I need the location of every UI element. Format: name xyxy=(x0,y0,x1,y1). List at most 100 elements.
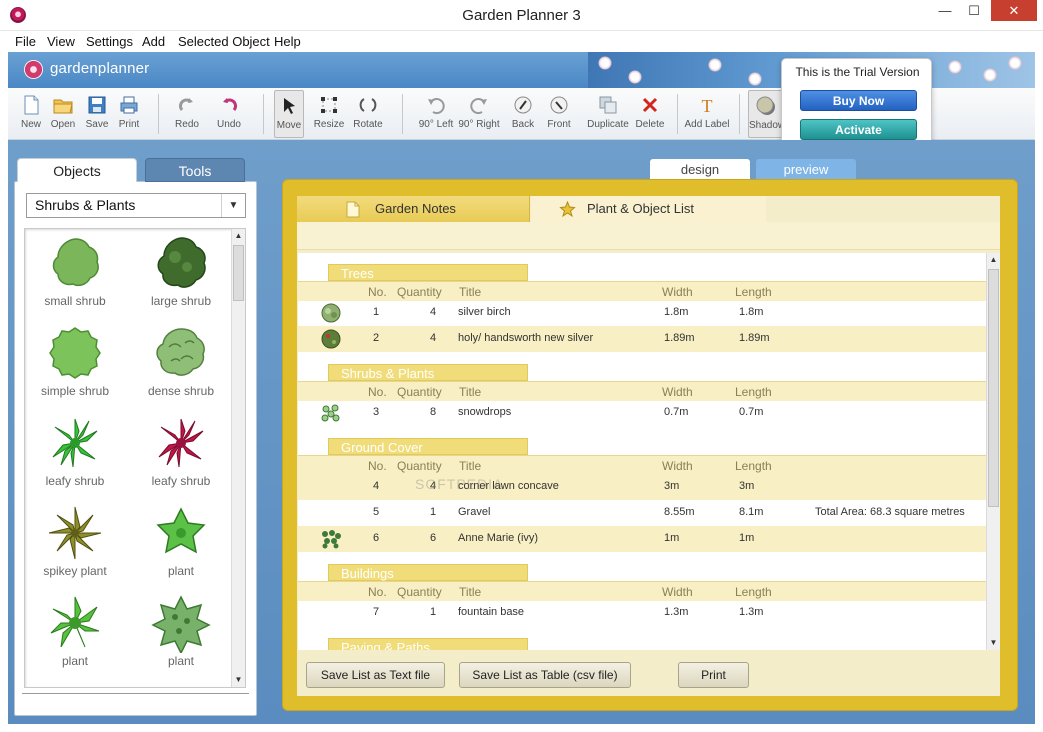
rotate-right-icon xyxy=(470,98,487,115)
bring-front-icon xyxy=(550,96,568,114)
rotate-button[interactable]: Rotate xyxy=(350,90,386,138)
scroll-down-icon[interactable]: ▼ xyxy=(987,636,1000,650)
plant-object-list: Trees No. Quantity Title Width Length 1 … xyxy=(298,253,986,650)
object-simple-shrub[interactable]: simple shrub xyxy=(25,323,125,411)
list-scrollbar[interactable]: ▲ ▼ xyxy=(986,253,1000,650)
undo-button[interactable]: Undo xyxy=(214,90,244,138)
menu-view[interactable]: View xyxy=(47,34,75,49)
save-button[interactable]: Save xyxy=(82,90,112,138)
blossom-icon xyxy=(1008,56,1022,70)
rotate-left-button[interactable]: 90° Left xyxy=(416,90,456,138)
menu-file[interactable]: File xyxy=(15,34,36,49)
move-button[interactable]: Move xyxy=(274,90,304,138)
blossom-icon xyxy=(628,70,642,84)
tab-tools[interactable]: Tools xyxy=(145,158,245,182)
folder-icon xyxy=(53,99,73,114)
menu-bar: File View Settings Add Selected Object H… xyxy=(0,31,1043,52)
object-leafy-shrub-green[interactable]: leafy shrub xyxy=(25,413,125,501)
tab-design[interactable]: design xyxy=(650,159,750,181)
simple-shrub-icon xyxy=(49,327,101,379)
trial-message: This is the Trial Version xyxy=(795,65,920,79)
object-leafy-shrub-red[interactable]: leafy shrub xyxy=(131,413,231,501)
object-plant-star[interactable]: plant xyxy=(131,503,231,591)
notebook-toolbar-strip xyxy=(297,222,1000,250)
scroll-thumb[interactable] xyxy=(233,245,244,301)
table-row[interactable]: 3 8 snowdrops 0.7m 0.7m xyxy=(298,400,986,426)
activate-button[interactable]: Activate xyxy=(800,119,917,140)
printer-icon xyxy=(120,96,138,114)
menu-selected-object[interactable]: Selected Object xyxy=(178,34,270,49)
table-row[interactable]: 1 4 silver birch 1.8m 1.8m xyxy=(298,300,986,326)
blossom-icon xyxy=(598,56,612,70)
blossom-icon xyxy=(948,60,962,74)
tab-preview[interactable]: preview xyxy=(756,159,856,181)
save-text-button[interactable]: Save List as Text file xyxy=(306,662,445,688)
open-button[interactable]: Open xyxy=(48,90,78,138)
column-headers: No. Quantity Title Width Length xyxy=(298,281,986,301)
section-header-buildings: Buildings xyxy=(328,564,528,581)
object-large-shrub[interactable]: large shrub xyxy=(131,233,231,321)
duplicate-button[interactable]: Duplicate xyxy=(586,90,630,138)
table-row[interactable]: 6 6 Anne Marie (ivy) 1m 1m xyxy=(298,526,986,552)
send-back-button[interactable]: Back xyxy=(508,90,538,138)
svg-text:T: T xyxy=(702,96,713,116)
category-select[interactable]: Shrubs & Plants ▼ xyxy=(26,193,246,218)
section-header-ground-cover: Ground Cover xyxy=(328,438,528,455)
scroll-down-icon[interactable]: ▼ xyxy=(232,673,245,687)
column-headers: No. Quantity Title Width Length xyxy=(298,581,986,601)
maximize-button[interactable]: ☐ xyxy=(960,0,988,21)
menu-add[interactable]: Add xyxy=(142,34,165,49)
mottled-plant-icon xyxy=(151,595,211,653)
plant-star-icon xyxy=(559,201,576,218)
tab-plant-object-list[interactable]: Plant & Object List xyxy=(531,196,766,222)
redo-button[interactable]: Redo xyxy=(172,90,202,138)
print-list-button[interactable]: Print xyxy=(678,662,749,688)
scroll-up-icon[interactable]: ▲ xyxy=(987,253,1000,267)
floppy-icon xyxy=(88,96,106,114)
dense-shrub-icon xyxy=(156,328,205,376)
close-button[interactable]: ✕ xyxy=(991,0,1037,21)
print-button[interactable]: Print xyxy=(114,90,144,138)
minimize-button[interactable]: — xyxy=(931,0,959,21)
object-spikey-plant[interactable]: spikey plant xyxy=(25,503,125,591)
table-row[interactable]: 2 4 holy/ handsworth new silver 1.89m 1.… xyxy=(298,326,986,352)
rotate-right-button[interactable]: 90° Right xyxy=(458,90,500,138)
total-area-label: Total Area: 68.3 square metres xyxy=(815,506,965,518)
table-row[interactable]: 7 1 fountain base 1.3m 1.3m xyxy=(298,600,986,626)
ivy-icon xyxy=(322,530,341,549)
object-list-scrollbar[interactable]: ▲ ▼ xyxy=(231,229,245,687)
table-row[interactable]: 5 1 Gravel 8.55m 8.1m Total Area: 68.3 s… xyxy=(298,500,986,526)
resize-button[interactable]: Resize xyxy=(312,90,346,138)
resize-icon xyxy=(321,97,337,113)
chevron-down-icon[interactable]: ▼ xyxy=(221,194,245,217)
cursor-arrow-icon xyxy=(284,98,295,114)
menu-settings[interactable]: Settings xyxy=(86,34,133,49)
rotate-icon xyxy=(359,98,377,112)
bring-front-button[interactable]: Front xyxy=(544,90,574,138)
scroll-thumb[interactable] xyxy=(988,269,999,507)
object-library: small shrub large shrub simple shrub den… xyxy=(24,228,246,688)
title-bar: Garden Planner 3 — ☐ ✕ xyxy=(0,0,1043,31)
object-dense-shrub[interactable]: dense shrub xyxy=(131,323,231,411)
scroll-up-icon[interactable]: ▲ xyxy=(232,229,245,243)
object-small-shrub[interactable]: small shrub xyxy=(25,233,125,321)
shadow-button[interactable]: Shadow xyxy=(748,90,785,138)
delete-button[interactable]: Delete xyxy=(634,90,666,138)
section-header-trees: Trees xyxy=(328,264,528,281)
object-plant-mottled[interactable]: plant xyxy=(131,593,231,681)
object-plant-rosette[interactable]: plant xyxy=(25,593,125,681)
blossom-icon xyxy=(748,72,762,86)
tab-garden-notes[interactable]: Garden Notes xyxy=(297,196,530,222)
add-label-button[interactable]: T Add Label xyxy=(684,90,730,138)
note-page-icon xyxy=(346,201,360,218)
window-title: Garden Planner 3 xyxy=(462,7,581,24)
save-csv-button[interactable]: Save List as Table (csv file) xyxy=(459,662,631,688)
redo-icon xyxy=(179,98,193,111)
buy-now-button[interactable]: Buy Now xyxy=(800,90,917,111)
new-button[interactable]: New xyxy=(16,90,46,138)
trial-popup: This is the Trial Version Buy Now Activa… xyxy=(781,58,932,153)
column-headers: No. Quantity Title Width Length xyxy=(298,455,986,475)
menu-help[interactable]: Help xyxy=(274,34,301,49)
tab-objects[interactable]: Objects xyxy=(17,158,137,182)
table-row[interactable]: 4 4 corner lawn concave 3m 3m xyxy=(298,474,986,500)
